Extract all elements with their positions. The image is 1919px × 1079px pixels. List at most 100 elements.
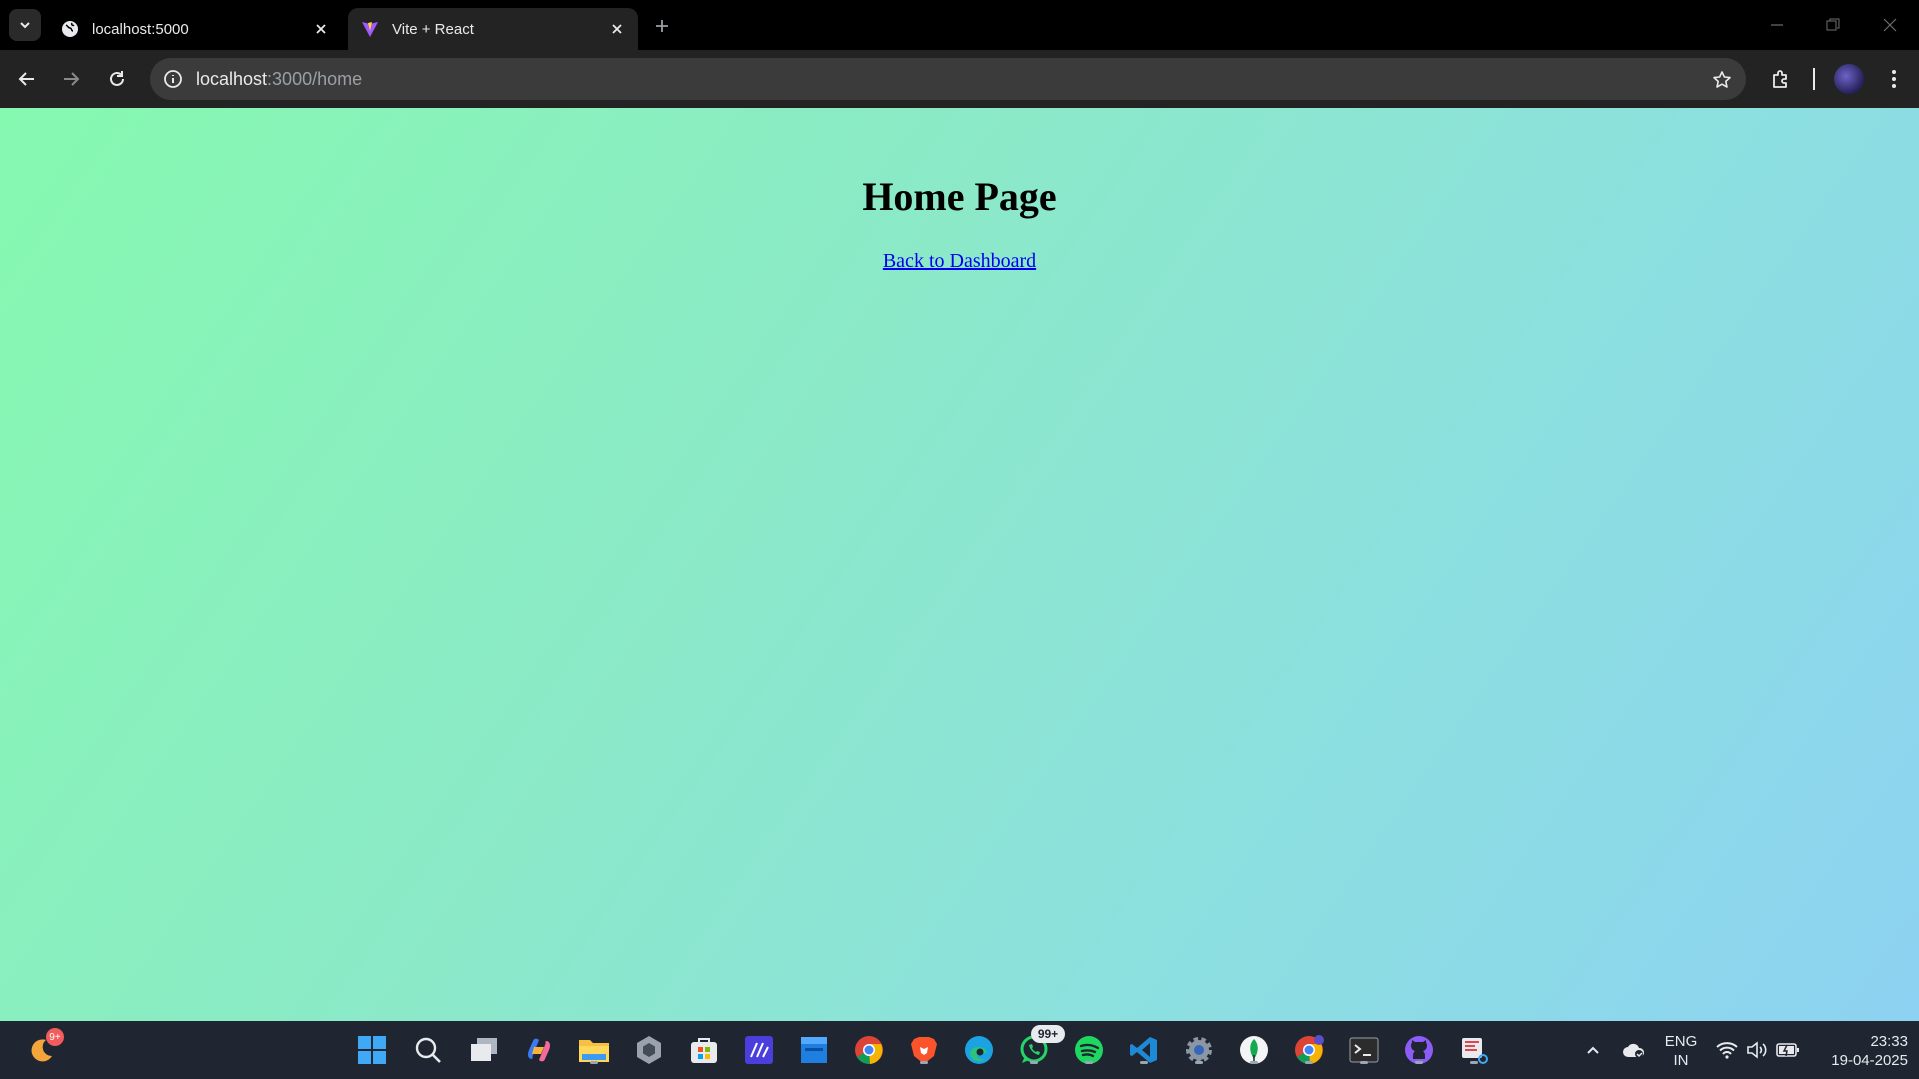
url-path: :3000/home [267, 69, 363, 89]
start-button[interactable] [355, 1033, 389, 1067]
language-code: ENG [1664, 1033, 1698, 1050]
tab-search-button[interactable] [9, 9, 41, 41]
site-info-icon[interactable] [162, 68, 184, 90]
code-app-icon [745, 1036, 773, 1064]
task-view-icon [471, 1038, 497, 1061]
page-viewport: Home Page Back to Dashboard [0, 108, 1919, 1021]
puzzle-icon [1773, 70, 1787, 88]
terminal-icon [1349, 1037, 1379, 1063]
whatsapp-app[interactable]: 99+ [1017, 1025, 1065, 1067]
chevron-down-icon [20, 22, 30, 29]
terminal-app[interactable] [1347, 1033, 1381, 1067]
search-icon [415, 1037, 441, 1063]
extensions-button[interactable] [1766, 64, 1796, 94]
battery-tray[interactable] [1775, 1021, 1801, 1079]
running-indicator [920, 1061, 928, 1064]
widgets-button[interactable]: 9+ [24, 1028, 64, 1067]
chrome-profile-app[interactable] [1292, 1033, 1326, 1067]
close-tab-icon[interactable] [606, 18, 628, 40]
settings-app[interactable] [1182, 1033, 1216, 1067]
widgets-badge: 9+ [46, 1028, 64, 1046]
cloud-icon [1623, 1043, 1645, 1058]
spotify-app[interactable] [1072, 1033, 1106, 1067]
code-editor-app[interactable] [742, 1033, 776, 1067]
running-indicator [1030, 1061, 1038, 1064]
globe-icon [60, 19, 80, 39]
language-indicator[interactable]: ENG IN [1660, 1032, 1702, 1070]
more-vertical-icon [1892, 70, 1896, 88]
vite-logo-icon [360, 19, 380, 39]
window-app-icon [801, 1037, 827, 1063]
url-text[interactable]: localhost:3000/home [196, 69, 362, 90]
wifi-icon [1716, 1042, 1738, 1059]
app-hexagon[interactable] [632, 1033, 666, 1067]
tab-vite-react[interactable]: Vite + React [348, 8, 638, 50]
profile-avatar[interactable] [1834, 64, 1864, 94]
hexagon-app-icon [637, 1036, 661, 1064]
browser-tab-strip: localhost:5000 Vite + React [0, 0, 1919, 50]
back-button[interactable] [12, 64, 42, 94]
onedrive-tray[interactable] [1620, 1021, 1648, 1079]
plus-icon [656, 20, 668, 32]
minimize-button[interactable] [1763, 12, 1791, 38]
running-indicator [1305, 1061, 1313, 1064]
reload-button[interactable] [102, 64, 132, 94]
chrome-icon [855, 1036, 883, 1065]
running-indicator [1140, 1061, 1148, 1064]
close-window-button[interactable] [1876, 12, 1904, 38]
vscode-app[interactable] [1127, 1033, 1161, 1067]
language-region: IN [1673, 1052, 1689, 1069]
arrow-right-icon [64, 72, 80, 86]
page-link-container: Back to Dashboard [0, 250, 1919, 273]
chevron-up-icon [1587, 1046, 1599, 1054]
system-clock[interactable]: 23:33 19-04-2025 [1812, 1032, 1908, 1070]
browser-toolbar: localhost:3000/home [0, 50, 1919, 108]
running-indicator [1195, 1061, 1203, 1064]
folder-icon [579, 1040, 609, 1062]
task-view-button[interactable] [467, 1033, 501, 1067]
speaker-icon [1747, 1041, 1767, 1059]
app-blue-window[interactable] [797, 1033, 831, 1067]
browser-menu-button[interactable] [1879, 64, 1909, 94]
clock-time: 23:33 [1870, 1033, 1908, 1050]
copilot-app[interactable] [522, 1033, 556, 1067]
running-indicator [590, 1061, 598, 1064]
tab-localhost-5000[interactable]: localhost:5000 [50, 8, 342, 50]
taskbar-search-button[interactable] [411, 1033, 445, 1067]
edge-app[interactable] [962, 1033, 996, 1067]
tab-title: Vite + React [392, 20, 474, 38]
running-indicator [1360, 1061, 1368, 1064]
clock-date: 19-04-2025 [1831, 1052, 1908, 1069]
running-indicator [1250, 1061, 1258, 1064]
github-desktop-app[interactable] [1402, 1033, 1436, 1067]
close-tab-icon[interactable] [310, 18, 332, 40]
bookmark-star-icon[interactable] [1710, 68, 1734, 92]
url-host: localhost [196, 69, 268, 89]
toolbar-separator [1813, 68, 1815, 90]
mongodb-compass-app[interactable] [1237, 1033, 1271, 1067]
brave-app[interactable] [907, 1033, 941, 1067]
running-indicator [1085, 1061, 1093, 1064]
forward-button[interactable] [56, 64, 86, 94]
address-bar[interactable]: localhost:3000/home [150, 58, 1746, 100]
windows-icon [358, 1036, 386, 1064]
volume-tray[interactable] [1745, 1021, 1769, 1079]
tab-title: localhost:5000 [92, 20, 189, 38]
whatsapp-badge: 99+ [1031, 1025, 1065, 1043]
snipping-tool-app[interactable] [1457, 1033, 1491, 1067]
running-indicator [1415, 1061, 1423, 1064]
battery-charging-icon [1776, 1043, 1799, 1057]
back-to-dashboard-link[interactable]: Back to Dashboard [883, 250, 1036, 272]
new-tab-button[interactable] [648, 12, 676, 40]
edge-icon [965, 1036, 993, 1064]
reload-icon [110, 71, 124, 86]
microsoft-store-app[interactable] [687, 1033, 721, 1067]
wifi-tray[interactable] [1715, 1021, 1739, 1079]
restore-button[interactable] [1819, 12, 1847, 38]
windows-taskbar: 9+ 99+ ENG IN 23:33 19-04-2025 [0, 1021, 1919, 1079]
file-explorer-app[interactable] [577, 1033, 611, 1067]
chrome-app[interactable] [852, 1033, 886, 1067]
page-title: Home Page [862, 174, 1057, 219]
close-icon [1883, 18, 1897, 32]
show-hidden-icons-button[interactable] [1582, 1021, 1604, 1079]
